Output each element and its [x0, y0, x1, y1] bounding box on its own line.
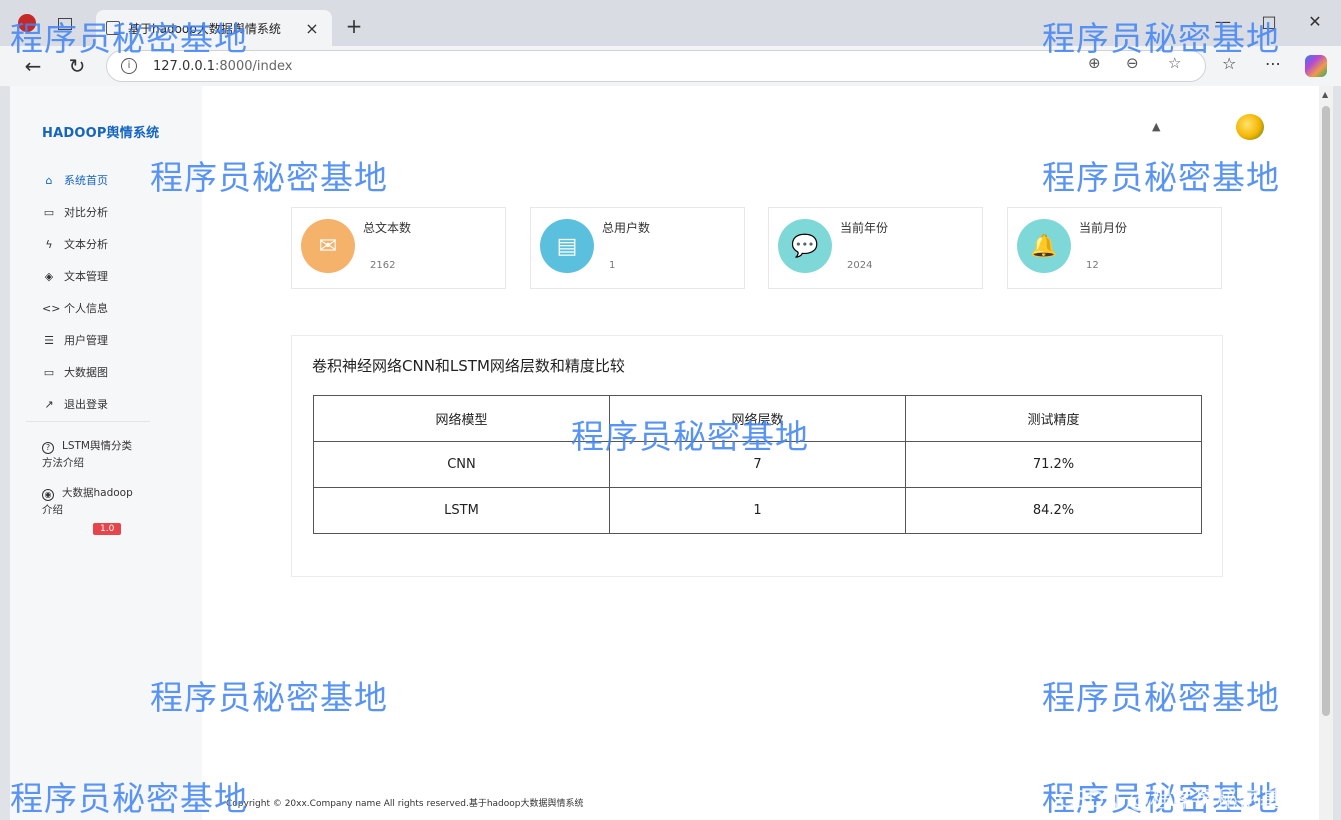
- stat-value: 2024: [847, 260, 873, 271]
- sidebar-item-label: 退出登录: [64, 398, 108, 411]
- panel-title: 卷积神经网络CNN和LSTM网络层数和精度比较: [312, 357, 625, 375]
- zoom-icon[interactable]: ⊕: [1088, 54, 1101, 72]
- table-row: CNN 7 71.2%: [313, 441, 1202, 488]
- mail-icon: ✉: [301, 219, 355, 273]
- tab-title: 基于hadoop大数据舆情系统: [128, 21, 281, 36]
- window-close-button[interactable]: ✕: [1300, 12, 1330, 31]
- help-label: 大数据hadoop介绍: [42, 487, 133, 516]
- sidebar: HADOOP舆情系统 ⌂ 系统首页 ▭ 对比分析 ϟ 文本分析 ◈ 文本管理 <…: [10, 86, 202, 820]
- table-cell: 7: [609, 441, 906, 488]
- sidebar-item-label: 系统首页: [64, 174, 108, 187]
- sidebar-item-label: 对比分析: [64, 206, 108, 219]
- table-cell: LSTM: [313, 487, 610, 534]
- comparison-panel: 卷积神经网络CNN和LSTM网络层数和精度比较 网络模型 网络层数 测试精度 C…: [291, 335, 1223, 577]
- sidebar-item-profile[interactable]: <> 个人信息: [42, 292, 202, 324]
- stat-card-year: 💬 当前年份 2024: [768, 207, 983, 289]
- question-icon: ?: [42, 442, 54, 454]
- sidebar-item-users[interactable]: ☰ 用户管理: [42, 324, 202, 356]
- reader-icon[interactable]: ⊖: [1126, 54, 1139, 72]
- sidebar-divider: [26, 421, 150, 422]
- bolt-icon: ϟ: [45, 237, 53, 251]
- column-header: 测试精度: [905, 395, 1202, 442]
- avatar[interactable]: [1236, 114, 1264, 140]
- reload-button[interactable]: ↻: [64, 54, 90, 80]
- stat-value: 2162: [370, 260, 396, 271]
- new-tab-button[interactable]: +: [342, 14, 366, 38]
- sidebar-item-label: 文本分析: [64, 238, 108, 251]
- sidebar-menu: ⌂ 系统首页 ▭ 对比分析 ϟ 文本分析 ◈ 文本管理 <> 个人信息 ☰ 用户…: [42, 164, 202, 420]
- sidebar-item-label: 大数据图: [64, 366, 108, 379]
- scroll-up-icon[interactable]: ▲: [1322, 90, 1328, 99]
- stat-label: 总用户数: [602, 221, 651, 235]
- bell-icon[interactable]: ▲: [1152, 120, 1160, 133]
- column-header: 网络模型: [313, 395, 610, 442]
- home-icon: ⌂: [45, 173, 53, 187]
- tab-actions-icon[interactable]: [58, 18, 72, 30]
- footer-copyright: Copyright © 20xx.Company name All rights…: [226, 799, 584, 809]
- favorite-star-icon[interactable]: ☆: [1168, 54, 1181, 72]
- scroll-thumb[interactable]: [1322, 106, 1330, 716]
- sidebar-item-text-manage[interactable]: ◈ 文本管理: [42, 260, 202, 292]
- page-icon: [106, 21, 120, 35]
- stat-label: 当前月份: [1079, 221, 1128, 235]
- layers-icon: ◈: [44, 269, 54, 283]
- sidebar-item-label: 文本管理: [64, 270, 108, 283]
- table-cell: 1: [609, 487, 906, 534]
- page-content: HADOOP舆情系统 ⌂ 系统首页 ▭ 对比分析 ϟ 文本分析 ◈ 文本管理 <…: [10, 86, 1319, 820]
- stat-label: 总文本数: [363, 221, 412, 235]
- sidebar-item-home[interactable]: ⌂ 系统首页: [42, 164, 202, 196]
- monitor-icon: ▭: [43, 205, 55, 219]
- favorites-icon[interactable]: ☆: [1222, 54, 1236, 73]
- chat-icon: 💬: [778, 219, 832, 273]
- document-icon: ▤: [540, 219, 594, 273]
- monitor-icon: ▭: [43, 365, 55, 379]
- back-button[interactable]: ←: [20, 54, 46, 80]
- stat-value: 12: [1086, 260, 1099, 271]
- tab-bar: 基于hadoop大数据舆情系统 × + — □ ✕: [0, 0, 1341, 46]
- sidebar-item-logout[interactable]: ↗ 退出登录: [42, 388, 202, 420]
- version-badge: 1.0: [93, 523, 122, 535]
- stat-card-users: ▤ 总用户数 1: [530, 207, 745, 289]
- page-scrollbar[interactable]: ▲: [1319, 86, 1333, 820]
- browser-window: 基于hadoop大数据舆情系统 × + — □ ✕ ← ↻ i 127.0.0.…: [0, 0, 1341, 820]
- brand-title[interactable]: HADOOP舆情系统: [42, 122, 159, 141]
- info-icon[interactable]: i: [121, 58, 137, 74]
- url-text: 127.0.0.1:8000/index: [153, 58, 293, 74]
- table-cell: 71.2%: [905, 441, 1202, 488]
- comparison-table: 网络模型 网络层数 测试精度 CNN 7 71.2% LSTM 1 84.2%: [313, 395, 1202, 534]
- list-icon: ☰: [44, 333, 54, 347]
- profile-icon[interactable]: [18, 14, 36, 32]
- column-header: 网络层数: [609, 395, 906, 442]
- sidebar-help-hadoop[interactable]: ◉ 大数据hadoop介绍: [42, 485, 142, 519]
- trend-icon: ↗: [44, 397, 54, 411]
- table-header-row: 网络模型 网络层数 测试精度: [313, 395, 1202, 442]
- globe-icon: ◉: [42, 489, 54, 501]
- sidebar-item-label: 用户管理: [64, 334, 108, 347]
- sidebar-item-bigdata[interactable]: ▭ 大数据图: [42, 356, 202, 388]
- table-cell: 84.2%: [905, 487, 1202, 534]
- sidebar-item-compare[interactable]: ▭ 对比分析: [42, 196, 202, 228]
- more-menu-icon[interactable]: ⋯: [1265, 54, 1281, 73]
- maximize-button[interactable]: □: [1254, 12, 1284, 31]
- stat-card-month: 🔔 当前月份 12: [1007, 207, 1222, 289]
- minimize-button[interactable]: —: [1208, 12, 1238, 31]
- help-label: LSTM舆情分类方法介绍: [42, 440, 132, 469]
- url-field[interactable]: i 127.0.0.1:8000/index: [106, 50, 1206, 82]
- bell-icon: 🔔: [1017, 219, 1071, 273]
- copilot-icon[interactable]: [1305, 55, 1327, 77]
- sidebar-item-text-analysis[interactable]: ϟ 文本分析: [42, 228, 202, 260]
- address-bar: ← ↻ i 127.0.0.1:8000/index ⊕ ⊖ ☆ ☆ ⋯: [0, 46, 1341, 86]
- table-row: LSTM 1 84.2%: [313, 487, 1202, 534]
- sidebar-item-label: 个人信息: [64, 302, 108, 315]
- stat-card-texts: ✉ 总文本数 2162: [291, 207, 506, 289]
- stat-label: 当前年份: [840, 221, 889, 235]
- sidebar-help-lstm[interactable]: ? LSTM舆情分类方法介绍: [42, 438, 142, 472]
- tab-close-button[interactable]: ×: [302, 19, 322, 38]
- table-cell: CNN: [313, 441, 610, 488]
- browser-tab[interactable]: 基于hadoop大数据舆情系统 ×: [96, 10, 332, 46]
- code-icon: <>: [42, 301, 61, 315]
- stat-value: 1: [609, 260, 616, 271]
